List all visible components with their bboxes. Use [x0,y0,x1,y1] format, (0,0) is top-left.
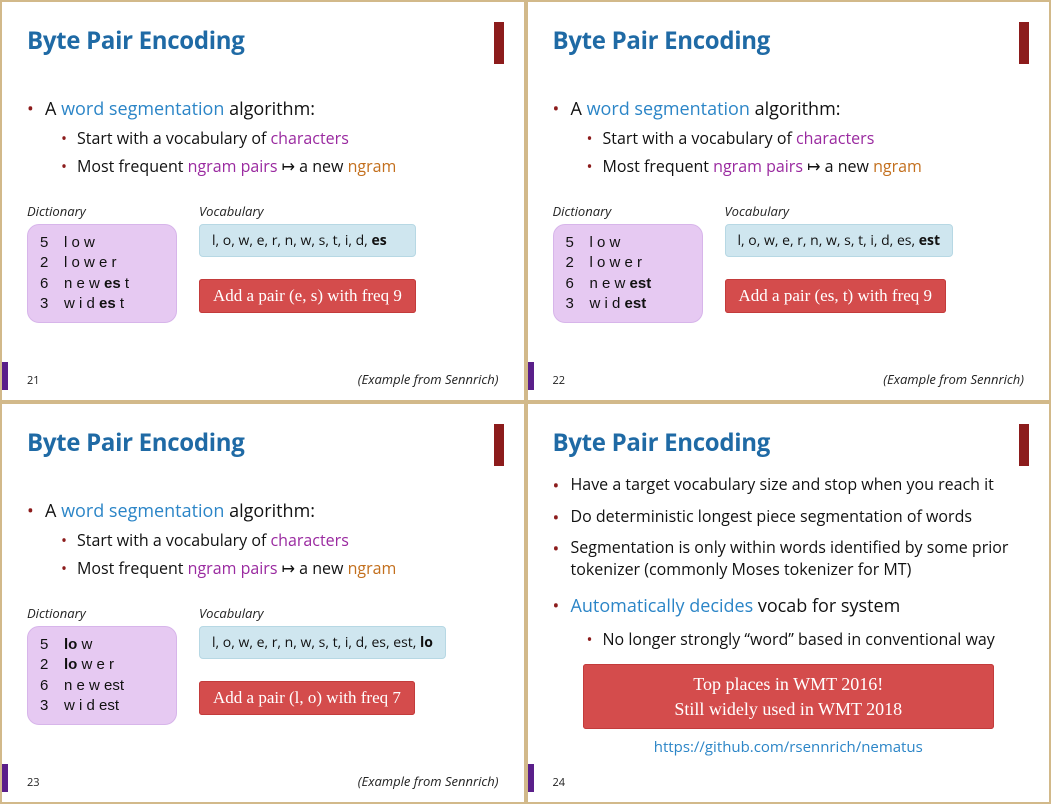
note-box: Add a pair (es, t) with freq 9 [725,279,947,313]
page-number: 21 [27,373,40,388]
bullet-sub-1: Start with a vocabulary of characters [571,127,1025,149]
bullet-sub-2: Most frequent ngram pairs ↦ a new ngram [45,155,499,177]
dict-row: 2l o w e r [40,253,162,273]
slide-title: Byte Pair Encoding [27,426,499,459]
dictionary-box: 5lo w 2lo w e r 6n e w est 3w i d est [27,626,177,725]
nematus-link[interactable]: https://github.com/rsennrich/nematus [654,737,923,757]
title-accent [494,424,504,466]
bullet-item: Segmentation is only within words identi… [553,537,1025,580]
note-box: Add a pair (l, o) with freq 7 [199,681,415,715]
credit: (Example from Sennrich) [358,772,499,790]
bullet-sub-1: Start with a vocabulary of characters [45,127,499,149]
accent-bar [2,764,8,792]
dict-row: 2l o w e r [566,253,688,273]
title-accent [1019,22,1029,64]
bullet-sub-2: Most frequent ngram pairs ↦ a new ngram [571,155,1025,177]
slide-title: Byte Pair Encoding [553,426,1025,459]
slide-23: Byte Pair Encoding A word segmentation a… [0,402,526,804]
note-box: Add a pair (e, s) with freq 9 [199,279,416,313]
vocab-col: Vocabulary l, o, w, e, r, n, w, s, t, i,… [725,202,954,323]
bullet-lead: A word segmentation algorithm: Start wit… [27,97,499,177]
vocab-box: l, o, w, e, r, n, w, s, t, i, d, es, est… [199,626,446,659]
dictionary-col: Dictionary 5l o w 2l o w e r 6n e w est … [553,202,703,323]
wmt-line-1: Top places in WMT 2016! [607,672,971,696]
slide-22: Byte Pair Encoding A word segmentation a… [526,0,1051,402]
bullet-auto-sub: No longer strongly “word” based in conve… [571,629,1025,651]
credit: (Example from Sennrich) [883,370,1024,388]
vocab-label: Vocabulary [199,604,446,622]
title-accent [1019,424,1029,466]
dictionary-col: Dictionary 5lo w 2lo w e r 6n e w est 3w… [27,604,177,725]
dict-row: 5lo w [40,635,162,655]
dict-row: 3w i d es t [40,294,162,314]
bullet-item: Do deterministic longest piece segmentat… [553,506,1025,528]
bullet-sub-2: Most frequent ngram pairs ↦ a new ngram [45,557,499,579]
credit: (Example from Sennrich) [358,370,499,388]
bullet-auto: Automatically decides vocab for system N… [553,594,1025,650]
accent-bar [528,362,534,390]
bullet-item: Have a target vocabulary size and stop w… [553,474,1025,496]
slide-title: Byte Pair Encoding [27,24,499,57]
vocab-box: l, o, w, e, r, n, w, s, t, i, d, es, est [725,224,954,257]
accent-bar [528,764,534,792]
dictionary-label: Dictionary [553,202,703,220]
bullet-lead: A word segmentation algorithm: Start wit… [553,97,1025,177]
accent-bar [2,362,8,390]
dict-row: 6n e w est [566,274,688,294]
page-number: 22 [553,373,566,388]
dict-row: 3w i d est [40,696,162,716]
slide-title: Byte Pair Encoding [553,24,1025,57]
slide-24: Byte Pair Encoding Have a target vocabul… [526,402,1051,804]
wmt-box: Top places in WMT 2016! Still widely use… [583,664,995,729]
dict-row: 6n e w est [40,676,162,696]
vocab-col: Vocabulary l, o, w, e, r, n, w, s, t, i,… [199,604,446,725]
dictionary-label: Dictionary [27,202,177,220]
dictionary-box: 5l o w 2l o w e r 6n e w est 3w i d est [553,224,703,323]
dictionary-box: 5l o w 2l o w e r 6n e w es t 3w i d es … [27,224,177,323]
slide-21: Byte Pair Encoding A word segmentation a… [0,0,526,402]
dictionary-col: Dictionary 5l o w 2l o w e r 6n e w es t… [27,202,177,323]
dict-row: 3w i d est [566,294,688,314]
wmt-line-2: Still widely used in WMT 2018 [607,697,971,721]
dict-row: 6n e w es t [40,274,162,294]
vocab-label: Vocabulary [725,202,954,220]
bullet-sub-1: Start with a vocabulary of characters [45,529,499,551]
vocab-box: l, o, w, e, r, n, w, s, t, i, d, es [199,224,416,257]
dict-row: 2lo w e r [40,655,162,675]
dictionary-label: Dictionary [27,604,177,622]
slide-grid: Byte Pair Encoding A word segmentation a… [0,0,1051,804]
dict-row: 5l o w [566,233,688,253]
title-accent [494,22,504,64]
page-number: 24 [553,775,566,790]
dict-row: 5l o w [40,233,162,253]
page-number: 23 [27,775,40,790]
vocab-label: Vocabulary [199,202,416,220]
vocab-col: Vocabulary l, o, w, e, r, n, w, s, t, i,… [199,202,416,323]
bullet-lead: A word segmentation algorithm: Start wit… [27,499,499,579]
